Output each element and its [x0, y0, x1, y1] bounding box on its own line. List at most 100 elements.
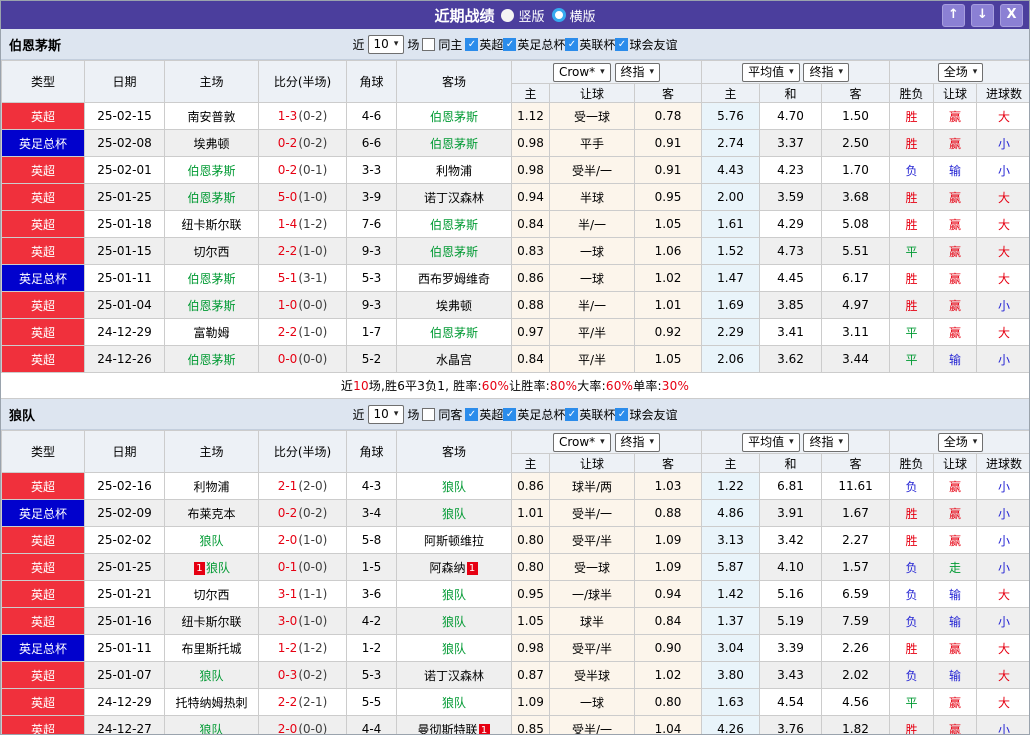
fulltime-score: 1-4	[277, 217, 298, 231]
horizontal-layout-radio[interactable]: 横版	[551, 6, 596, 25]
checkbox-checked-icon[interactable]: ✓	[503, 37, 517, 51]
away-team: 西布罗姆维奇	[396, 264, 512, 292]
handicap-result: 赢	[933, 715, 978, 734]
match-score: 1-2(1-2)	[258, 634, 347, 662]
match-date: 25-01-25	[84, 553, 165, 581]
league-badge: 英超	[1, 553, 85, 581]
average-mode-select[interactable]: 终指 ▾	[803, 62, 849, 82]
league-filter[interactable]: ✓ 英超	[465, 36, 503, 53]
checkbox-unchecked-icon[interactable]	[422, 407, 436, 421]
radio-selected-icon[interactable]	[501, 8, 515, 22]
vertical-layout-radio[interactable]: 竖版	[501, 6, 545, 25]
goals-result: 小	[976, 472, 1029, 500]
move-down-button[interactable]: ↓	[971, 4, 994, 27]
chevron-down-icon: ▾	[393, 38, 399, 49]
league-filter[interactable]: ✓ 英超	[465, 406, 503, 423]
goals-result: 大	[976, 264, 1029, 292]
move-up-button[interactable]: ↑	[942, 4, 965, 27]
home-odds: 0.84	[511, 210, 550, 238]
league-filter[interactable]: ✓ 球会友谊	[615, 36, 677, 53]
handicap-line: 平/半	[549, 345, 635, 373]
checkbox-checked-icon[interactable]: ✓	[615, 37, 629, 51]
match-count-select[interactable]: 10 ▾	[367, 34, 405, 54]
checkbox-checked-icon[interactable]: ✓	[503, 407, 517, 421]
results-table: 类型 日期 主场 比分(半场) 角球 客场 Crow* ▾ 终指 ▾ 平均值 ▾…	[1, 430, 1029, 735]
checkbox-checked-icon[interactable]: ✓	[465, 407, 479, 421]
bookmaker-mode-select[interactable]: 终指 ▾	[614, 432, 661, 452]
match-date: 25-01-07	[84, 661, 165, 689]
match-score: 0-3(0-2)	[258, 661, 347, 689]
league-filter-label: 英足总杯	[517, 37, 566, 52]
table-row: 英超 25-01-21 切尔西 3-1(1-1) 3-6 狼队 0.95 一/球半 0.94 1.…	[1, 580, 1029, 608]
fulltime-score: 0-2	[277, 506, 298, 520]
fulltime-score: 2-0	[277, 722, 298, 735]
league-filter[interactable]: ✓ 英联杯	[565, 406, 615, 423]
home-team-name: 埃弗顿	[193, 136, 230, 151]
match-score: 3-0(1-0)	[258, 607, 347, 635]
fulltime-score: 0-1	[277, 560, 298, 574]
average-select[interactable]: 平均值 ▾	[742, 62, 800, 82]
away-team-name: 诺丁汉森林	[423, 668, 484, 683]
same-side-filter[interactable]: 同客	[422, 406, 462, 423]
chevron-down-icon: ▾	[649, 436, 655, 447]
close-button[interactable]: X	[1000, 4, 1023, 27]
match-result: 负	[889, 580, 935, 608]
away-team: 埃弗顿	[396, 291, 512, 319]
league-badge: 英超	[1, 345, 85, 373]
handicap-line: 一球	[549, 264, 635, 292]
halftime-score: (1-0)	[298, 614, 328, 628]
away-odds: 1.06	[633, 237, 703, 265]
checkbox-checked-icon[interactable]: ✓	[615, 407, 629, 421]
bookmaker-mode-select[interactable]: 终指 ▾	[614, 62, 661, 82]
match-count-select[interactable]: 10 ▾	[367, 404, 405, 424]
table-row: 英超 24-12-26 伯恩茅斯 0-0(0-0) 5-2 水晶宫 0.84 平/半 1.05 2…	[1, 345, 1029, 373]
checkbox-checked-icon[interactable]: ✓	[565, 407, 579, 421]
home-team-name: 南安普敦	[187, 109, 236, 124]
checkbox-checked-icon[interactable]: ✓	[465, 37, 479, 51]
league-filter[interactable]: ✓ 球会友谊	[615, 406, 677, 423]
average-mode-select[interactable]: 终指 ▾	[803, 432, 849, 452]
avg-home-odds: 1.61	[701, 210, 761, 238]
avg-draw-odds: 3.42	[759, 526, 823, 554]
summary-part: 场,胜6平3负1, 胜率:	[368, 379, 482, 393]
home-team-name: 富勒姆	[193, 325, 230, 340]
away-odds: 0.90	[633, 634, 703, 662]
league-filter[interactable]: ✓ 英足总杯	[503, 406, 565, 423]
home-team: 南安普敦	[164, 102, 259, 130]
league-badge: 英超	[1, 661, 85, 689]
avg-draw-odds: 3.37	[759, 129, 823, 157]
home-odds: 0.94	[511, 183, 550, 211]
home-odds: 0.86	[511, 472, 550, 500]
goals-result: 小	[976, 129, 1029, 157]
checkbox-checked-icon[interactable]: ✓	[565, 37, 579, 51]
same-side-filter[interactable]: 同主	[422, 36, 462, 53]
match-score: 0-1(0-0)	[258, 553, 347, 581]
chevron-down-icon: ▾	[789, 66, 794, 77]
avg-away-odds: 3.11	[821, 318, 891, 346]
away-team-name: 伯恩茅斯	[429, 136, 478, 151]
avg-draw-odds: 3.39	[759, 634, 823, 662]
match-score: 5-0(1-0)	[258, 183, 347, 211]
scope-select[interactable]: 全场 ▾	[937, 62, 984, 82]
checkbox-unchecked-icon[interactable]	[422, 37, 436, 51]
halftime-score: (1-2)	[298, 217, 328, 231]
bookmaker-select[interactable]: Crow* ▾	[552, 62, 611, 82]
scope-select[interactable]: 全场 ▾	[937, 432, 984, 452]
league-filter[interactable]: ✓ 英足总杯	[503, 36, 565, 53]
average-group: 平均值 ▾ 终指 ▾	[701, 430, 891, 454]
away-team: 狼队	[396, 472, 512, 500]
title-area: 近期战绩 竖版 横版	[1, 5, 1029, 26]
goals-result: 小	[976, 345, 1029, 373]
away-team: 伯恩茅斯	[396, 129, 512, 157]
corner-score: 3-3	[346, 156, 397, 184]
match-date: 25-01-16	[84, 607, 165, 635]
average-select[interactable]: 平均值 ▾	[742, 432, 800, 452]
goals-result: 小	[976, 291, 1029, 319]
fulltime-score: 1-3	[277, 109, 298, 123]
radio-unselected-icon[interactable]	[551, 8, 566, 22]
table-row: 英超 25-01-15 切尔西 2-2(1-0) 9-3 伯恩茅斯 0.83 一球 1.06 1.…	[1, 237, 1029, 265]
corner-score: 4-6	[346, 102, 397, 130]
bookmaker-select[interactable]: Crow* ▾	[552, 432, 611, 452]
filter-bar: 狼队 近 10 ▾ 场 同客 ✓ 英超 ✓ 英足总杯 ✓ 英联杯 ✓ 球会友谊	[1, 399, 1029, 430]
league-filter[interactable]: ✓ 英联杯	[565, 36, 615, 53]
